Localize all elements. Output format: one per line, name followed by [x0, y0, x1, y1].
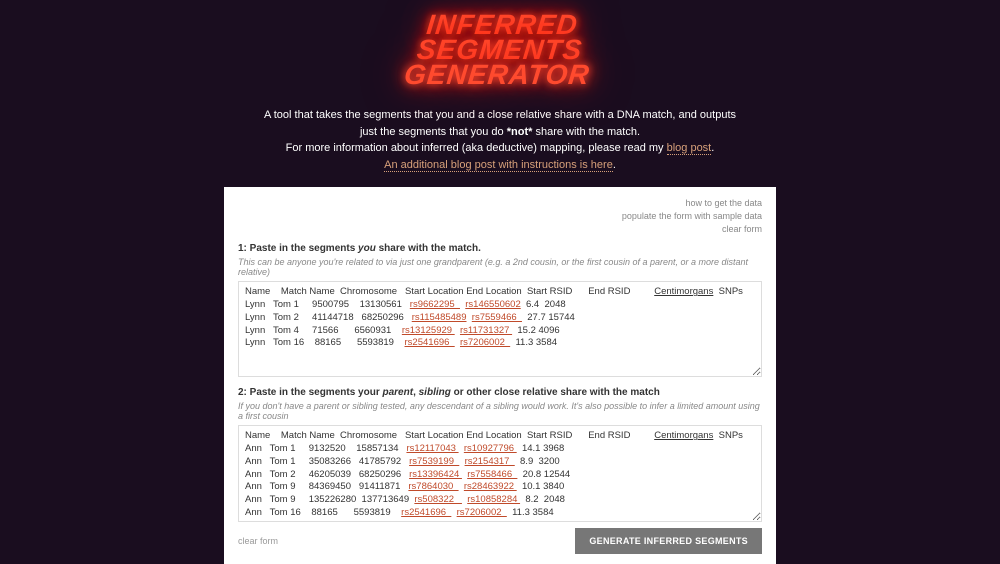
intro-text: A tool that takes the segments that you … [0, 107, 1000, 173]
how-to-link[interactable]: how to get the data [238, 197, 762, 210]
section-2-hint: If you don't have a parent or sibling te… [238, 401, 762, 421]
section-1-title: 1: Paste in the segments you share with … [238, 243, 762, 254]
app-logo: Inferred Segments Generator [403, 12, 596, 88]
segments-relative-input[interactable]: Name Match Name Chromosome Start Locatio… [238, 425, 762, 522]
section-2-title: 2: Paste in the segments your parent, si… [238, 387, 762, 398]
segments-you-input[interactable]: Name Match Name Chromosome Start Locatio… [238, 281, 762, 377]
section-1-hint: This can be anyone you're related to via… [238, 257, 762, 277]
generate-button[interactable]: GENERATE INFERRED SEGMENTS [575, 528, 762, 554]
populate-sample-link[interactable]: populate the form with sample data [238, 210, 762, 223]
main-panel: how to get the data populate the form wi… [224, 187, 776, 564]
clear-form-link-bottom[interactable]: clear form [238, 536, 278, 546]
instructions-link[interactable]: An additional blog post with instruction… [384, 159, 613, 172]
blog-post-link[interactable]: blog post [667, 142, 712, 155]
clear-form-link-top[interactable]: clear form [238, 223, 762, 236]
